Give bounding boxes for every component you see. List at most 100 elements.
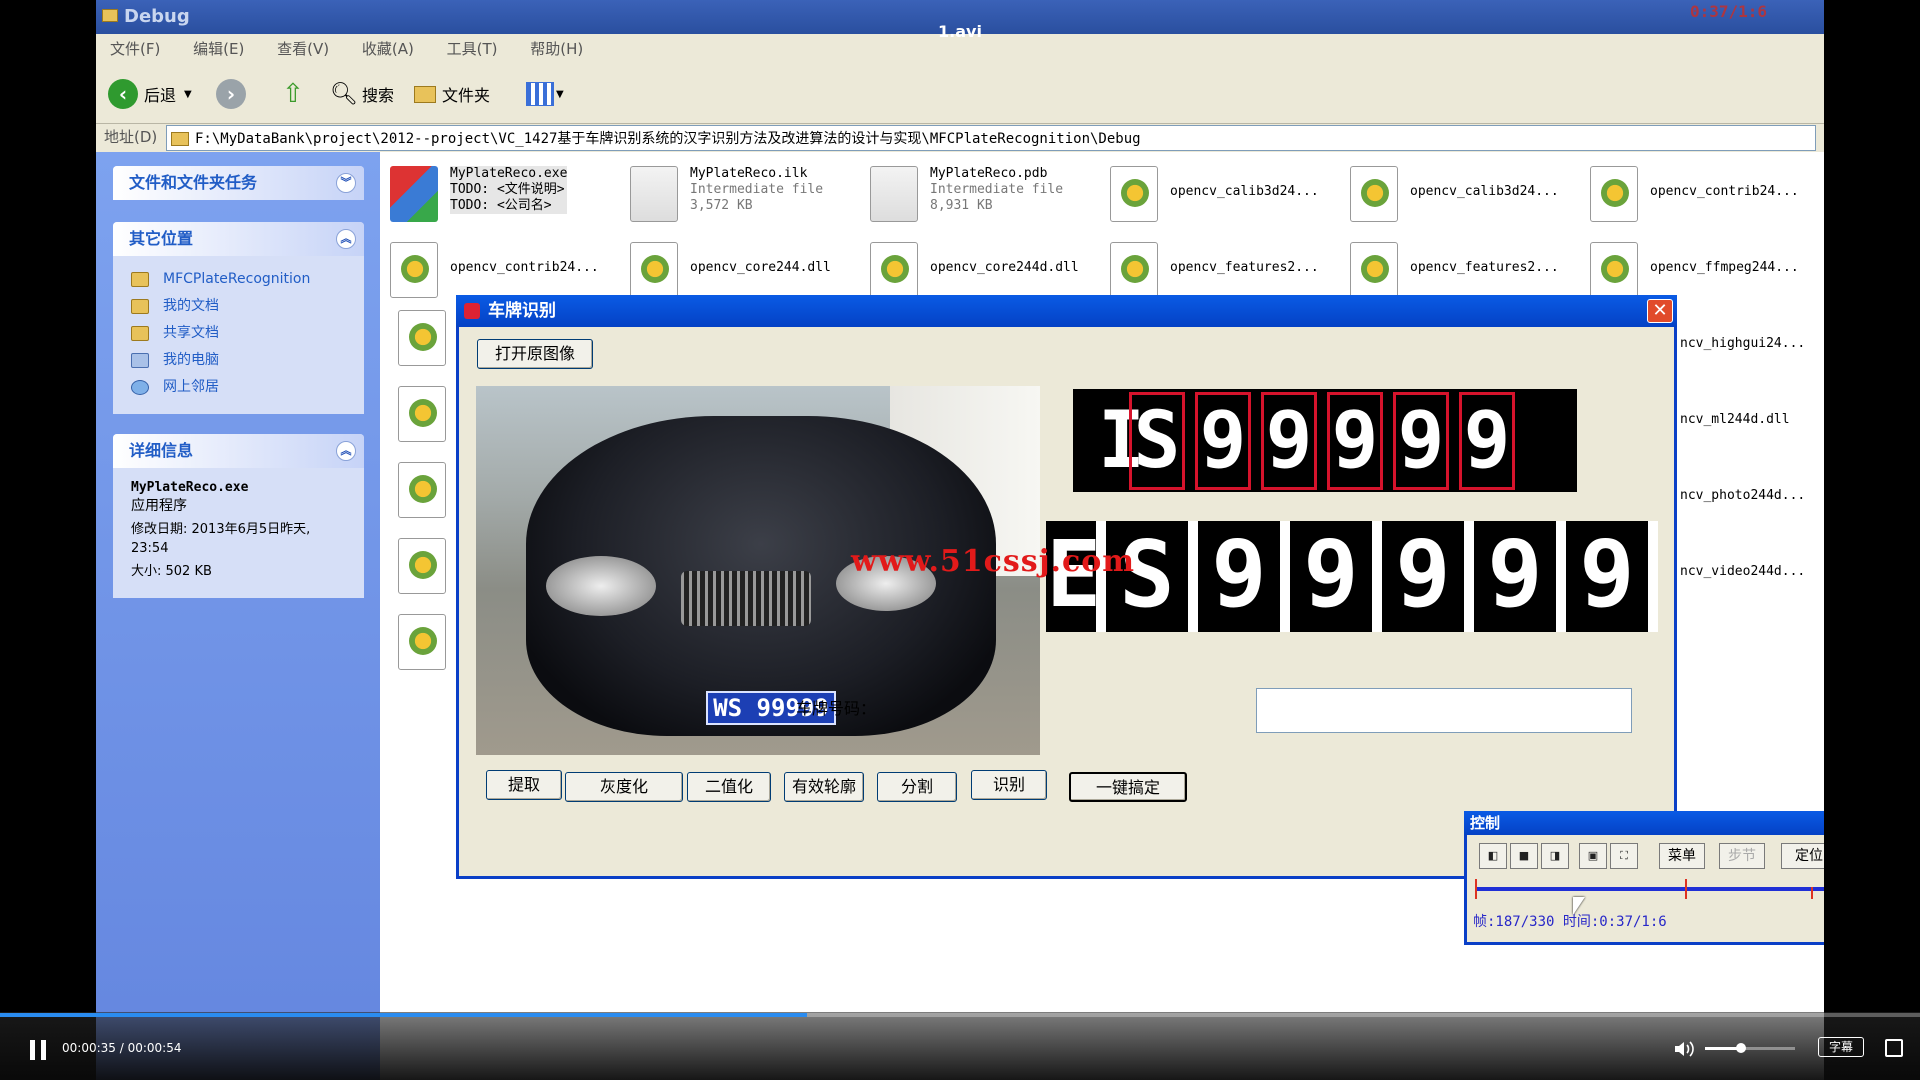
menu-file[interactable]: 文件(F) (110, 40, 160, 58)
back-button[interactable]: ‹ 后退 ▼ (108, 76, 192, 112)
file-item[interactable]: ncv_ml244d.dll (1680, 386, 1824, 456)
place-mfcplaterecognition[interactable]: MFCPlateRecognition (113, 266, 364, 293)
locate-button[interactable]: 定位 (1781, 843, 1824, 869)
slider-mark (1475, 879, 1477, 899)
generic-file-icon (630, 166, 678, 222)
dll-icon (630, 242, 678, 298)
binarize-button[interactable]: 二值化 (687, 772, 771, 802)
segment-button[interactable]: 分割 (877, 772, 957, 802)
views-icon (526, 82, 554, 106)
file-name: ncv_ml244d.dll (1680, 412, 1790, 427)
collapse-icon[interactable]: ︽ (336, 229, 356, 249)
place-my-documents[interactable]: 我的文档 (113, 293, 364, 320)
fullscreen-icon[interactable]: ⛶ (1610, 843, 1638, 869)
collapse-icon[interactable]: ︽ (336, 441, 356, 461)
open-image-button[interactable]: 打开原图像 (477, 339, 593, 369)
detail-size: 大小: 502 KB (131, 564, 212, 579)
file-item[interactable]: ncv_video244d... (1680, 538, 1824, 608)
close-icon[interactable]: ✕ (1647, 299, 1673, 323)
views-button[interactable]: ▼ (526, 76, 564, 112)
step-button[interactable]: 步节 (1719, 843, 1765, 869)
file-item[interactable]: MyPlateReco.pdb Intermediate file 8,931 … (860, 158, 1100, 228)
frame-slider[interactable] (1475, 879, 1824, 899)
file-item[interactable]: ncv_highgui24... (1680, 310, 1824, 380)
dll-icon[interactable] (398, 310, 446, 366)
one-click-button[interactable]: 一键搞定 (1069, 772, 1187, 802)
fit-window-icon[interactable]: ▣ (1579, 843, 1607, 869)
details-header[interactable]: 详细信息 ︽ (113, 434, 364, 468)
expand-icon[interactable]: ︾ (336, 173, 356, 193)
control-title-bar[interactable]: 控制 ✕ (1464, 811, 1824, 835)
dll-icon (1590, 166, 1638, 222)
file-name: opencv_features2... (1170, 260, 1319, 275)
plate-char: 9 (1474, 521, 1556, 632)
volume-knob[interactable] (1736, 1043, 1746, 1053)
video-controls-bar (0, 1012, 1920, 1080)
slider-thumb[interactable] (1685, 879, 1687, 899)
recognize-button[interactable]: 识别 (971, 770, 1047, 800)
volume-slider[interactable] (1705, 1043, 1795, 1053)
menu-edit[interactable]: 编辑(E) (193, 40, 244, 58)
volume-icon[interactable] (1673, 1039, 1695, 1059)
file-item[interactable]: ncv_photo244d... (1680, 462, 1824, 532)
subtitle-button[interactable]: 字幕 (1818, 1037, 1864, 1057)
stop-icon[interactable]: ■ (1510, 843, 1538, 869)
video-progress-bar[interactable] (0, 1013, 1920, 1017)
plate-char: 9 (1198, 521, 1280, 632)
folders-button[interactable]: 文件夹 (414, 76, 490, 112)
generic-file-icon (870, 166, 918, 222)
place-network[interactable]: 网上邻居 (113, 374, 364, 401)
exit-fullscreen-icon[interactable] (1885, 1039, 1903, 1057)
dll-icon[interactable] (398, 386, 446, 442)
file-item[interactable]: MyPlateReco.ilk Intermediate file 3,572 … (620, 158, 860, 228)
file-type: Intermediate file (690, 182, 824, 197)
documents-icon (131, 299, 149, 314)
file-item[interactable]: opencv_core244d.dll (860, 234, 1100, 304)
plate-char: 9 (1327, 391, 1383, 490)
dll-icon[interactable] (398, 462, 446, 518)
file-name: opencv_features2... (1410, 260, 1559, 275)
file-item[interactable]: opencv_features2... (1340, 234, 1580, 304)
tasks-header[interactable]: 文件和文件夹任务 ︾ (113, 166, 364, 200)
places-header[interactable]: 其它位置 ︽ (113, 222, 364, 256)
menu-button[interactable]: 菜单 (1659, 843, 1705, 869)
dll-icon[interactable] (398, 538, 446, 594)
menu-help[interactable]: 帮助(H) (530, 40, 583, 58)
file-item[interactable]: opencv_ffmpeg244... (1580, 234, 1820, 304)
file-item[interactable]: opencv_calib3d24... (1340, 158, 1580, 228)
video-player: Debug 文件(F) 编辑(E) 查看(V) 收藏(A) 工具(T) 帮助(H… (0, 0, 1920, 1080)
extract-button[interactable]: 提取 (486, 770, 562, 800)
place-label: 网上邻居 (163, 379, 219, 395)
file-item[interactable]: opencv_features2... (1100, 234, 1340, 304)
address-field[interactable]: F:\MyDataBank\project\2012--project\VC_1… (166, 125, 1816, 151)
current-time: 00:00:35 (62, 1041, 116, 1055)
search-button[interactable]: 🔍︎ 搜索 (330, 76, 394, 112)
menu-view[interactable]: 查看(V) (277, 40, 329, 58)
contour-button[interactable]: 有效轮廓 (784, 772, 864, 802)
menu-favorites[interactable]: 收藏(A) (362, 40, 414, 58)
folder-icon (414, 85, 436, 103)
up-button[interactable]: ⇧ (282, 76, 304, 112)
forward-button[interactable]: › (216, 76, 246, 112)
dropdown-icon: ▼ (556, 88, 564, 100)
file-item[interactable]: opencv_contrib24... (1580, 158, 1820, 228)
file-name: opencv_contrib24... (1650, 184, 1799, 199)
dialog-title-bar[interactable]: 车牌识别 ✕ (456, 295, 1677, 327)
menu-tools[interactable]: 工具(T) (447, 40, 498, 58)
back-label: 后退 (144, 86, 177, 105)
plate-recognition-dialog: 车牌识别 ✕ 打开原图像 WS 99999 I S 9 9 9 9 9 E S … (456, 295, 1677, 879)
plate-number-field[interactable] (1256, 688, 1632, 733)
file-item[interactable]: MyPlateReco.exe TODO: <文件说明> TODO: <公司名> (380, 158, 620, 228)
grayscale-button[interactable]: 灰度化 (565, 772, 683, 802)
pause-button[interactable] (28, 1040, 48, 1060)
plate-char: 9 (1459, 391, 1515, 490)
place-shared-documents[interactable]: 共享文档 (113, 320, 364, 347)
file-item[interactable]: opencv_calib3d24... (1100, 158, 1340, 228)
file-item[interactable]: opencv_contrib24... (380, 234, 620, 304)
dll-icon[interactable] (398, 614, 446, 670)
next-frame-icon[interactable]: ◨ (1541, 843, 1569, 869)
address-path: F:\MyDataBank\project\2012--project\VC_1… (195, 131, 1141, 147)
prev-frame-icon[interactable]: ◧ (1479, 843, 1507, 869)
place-my-computer[interactable]: 我的电脑 (113, 347, 364, 374)
file-item[interactable]: opencv_core244.dll (620, 234, 860, 304)
